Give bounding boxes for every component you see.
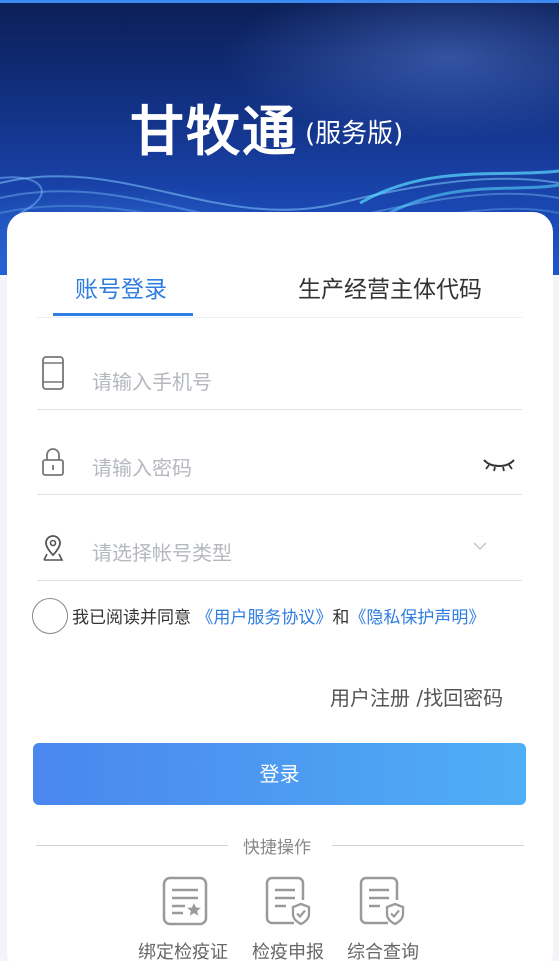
privacy-policy-link[interactable]: 《隐私保护声明》 [349,608,485,628]
password-field-underline [37,494,522,495]
phone-icon [42,356,64,390]
active-tab-indicator [53,313,193,316]
tab-divider [37,317,522,318]
tab-account-login[interactable]: 账号登录 [75,270,167,304]
login-button[interactable]: 登录 [33,743,526,805]
account-type-select[interactable]: 请选择帐号类型 [92,537,232,566]
register-links: 用户注册 /找回密码 [330,682,503,711]
quick-divider-right [332,845,524,846]
lock-icon [42,448,64,476]
recover-password-link[interactable]: /找回密码 [416,686,503,710]
password-input[interactable]: 请输入密码 [92,452,192,481]
phone-input[interactable]: 请输入手机号 [92,366,212,395]
document-shield-icon[interactable] [358,876,406,926]
tab-entity-code[interactable]: 生产经营主体代码 [298,270,482,304]
app-title: 甘牧通 [130,100,298,163]
agreement-text: 我已阅读并同意 《用户服务协议》和《隐私保护声明》 [72,603,485,628]
quick-actions-title: 快捷操作 [243,838,311,858]
chevron-down-icon[interactable] [472,540,488,552]
quick-item-comprehensive-query[interactable]: 综合查询 [347,938,419,961]
phone-field-underline [37,409,522,410]
register-link[interactable]: 用户注册 [330,686,410,710]
document-shield-icon[interactable] [264,876,312,926]
eye-closed-icon[interactable] [481,454,517,474]
app-subtitle: (服务版) [305,119,404,149]
service-agreement-link[interactable]: 《用户服务协议》 [196,608,332,628]
quick-item-quarantine-declare[interactable]: 检疫申报 [252,938,324,961]
quick-divider-left [36,845,228,846]
agreement-and: 和 [332,608,350,628]
agree-checkbox[interactable] [32,598,68,634]
quick-item-bind-certificate[interactable]: 绑定检疫证 [138,938,228,961]
certificate-star-icon[interactable] [161,876,209,926]
location-pin-icon [43,535,64,561]
account-type-underline [37,580,522,581]
agreement-prefix: 我已阅读并同意 [72,608,191,628]
